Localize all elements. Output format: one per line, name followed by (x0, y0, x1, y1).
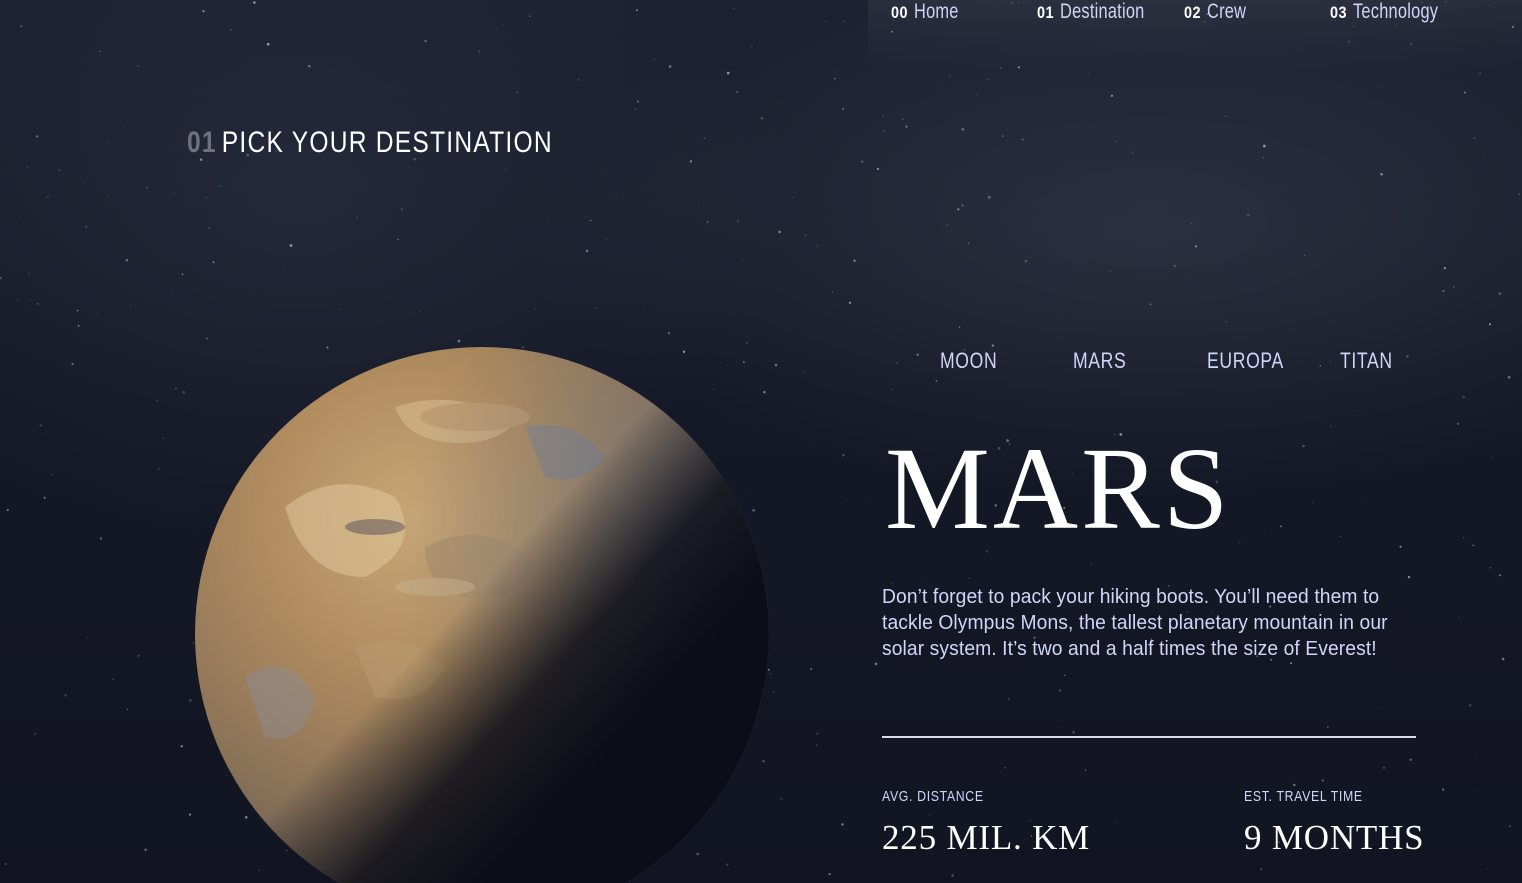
tab-europa[interactable]: EUROPA (1207, 348, 1284, 374)
tab-titan[interactable]: TITAN (1340, 348, 1393, 374)
nav-item-home[interactable]: 00 Home (891, 0, 971, 28)
tab-mars[interactable]: MARS (1073, 348, 1126, 374)
divider (882, 736, 1416, 738)
nav-label: Crew (1206, 0, 1247, 23)
destination-tabs: MOON MARS EUROPA TITAN (0, 348, 1522, 382)
nav-number: 02 (1184, 3, 1201, 22)
nav-item-crew[interactable]: 02 Crew (1184, 0, 1257, 28)
nav-item-destination[interactable]: 01 Destination (1037, 0, 1168, 28)
nav-number: 03 (1330, 3, 1347, 22)
destination-name: MARS (885, 423, 1232, 554)
nav-label: Technology (1352, 0, 1439, 23)
page-title: 01 PICK YOUR DESTINATION (187, 126, 553, 160)
travel-time-value: 9 MONTHS (1244, 818, 1425, 857)
nav-number: 01 (1037, 3, 1054, 22)
avg-distance-label: AVG. DISTANCE (882, 788, 984, 805)
destination-description: Don’t forget to pack your hiking boots. … (882, 585, 1388, 660)
travel-time-label: EST. TRAVEL TIME (1244, 788, 1363, 805)
avg-distance-value: 225 MIL. KM (882, 818, 1091, 857)
nav-label: Home (913, 0, 959, 23)
main-navigation: 00 Home 01 Destination 02 Crew 03 Techno… (868, 0, 1522, 70)
tab-moon[interactable]: MOON (940, 348, 997, 374)
nav-label: Destination (1059, 0, 1145, 23)
mars-planet-image (195, 347, 770, 883)
page-title-number: 01 (187, 126, 217, 159)
nav-item-technology[interactable]: 03 Technology (1330, 0, 1462, 28)
page-title-text: PICK YOUR DESTINATION (221, 126, 553, 159)
nav-number: 00 (891, 3, 908, 22)
